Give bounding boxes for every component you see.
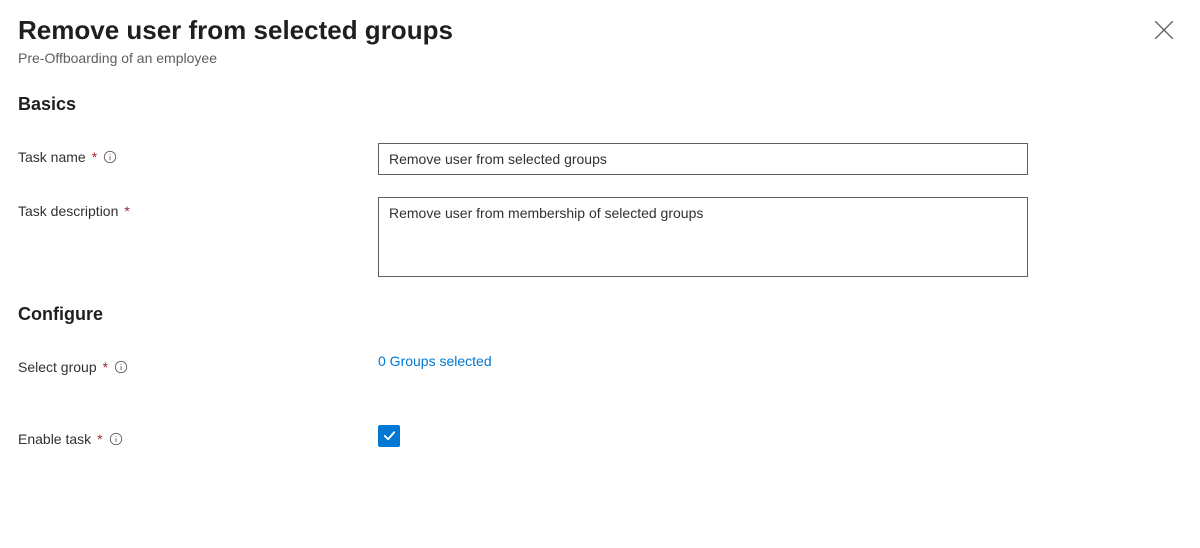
task-name-input[interactable]	[378, 143, 1028, 175]
task-name-label-text: Task name	[18, 149, 86, 165]
required-indicator: *	[97, 431, 102, 447]
select-group-label: Select group *	[18, 353, 378, 375]
task-description-input[interactable]	[378, 197, 1028, 277]
required-indicator: *	[124, 203, 129, 219]
info-icon[interactable]	[109, 432, 123, 446]
page-title: Remove user from selected groups	[18, 14, 453, 48]
task-name-label: Task name *	[18, 143, 378, 165]
check-icon	[382, 428, 397, 443]
task-description-label-text: Task description	[18, 203, 118, 219]
select-group-link[interactable]: 0 Groups selected	[378, 353, 492, 369]
enable-task-label-text: Enable task	[18, 431, 91, 447]
close-button[interactable]	[1154, 20, 1174, 40]
page-subtitle: Pre-Offboarding of an employee	[18, 50, 453, 66]
close-icon	[1154, 20, 1174, 40]
enable-task-checkbox[interactable]	[378, 425, 400, 447]
required-indicator: *	[92, 149, 97, 165]
info-icon[interactable]	[114, 360, 128, 374]
enable-task-label: Enable task *	[18, 425, 378, 447]
task-description-label: Task description *	[18, 197, 378, 219]
required-indicator: *	[103, 359, 108, 375]
configure-heading: Configure	[18, 304, 1174, 325]
info-icon[interactable]	[103, 150, 117, 164]
select-group-label-text: Select group	[18, 359, 97, 375]
basics-heading: Basics	[18, 94, 1174, 115]
